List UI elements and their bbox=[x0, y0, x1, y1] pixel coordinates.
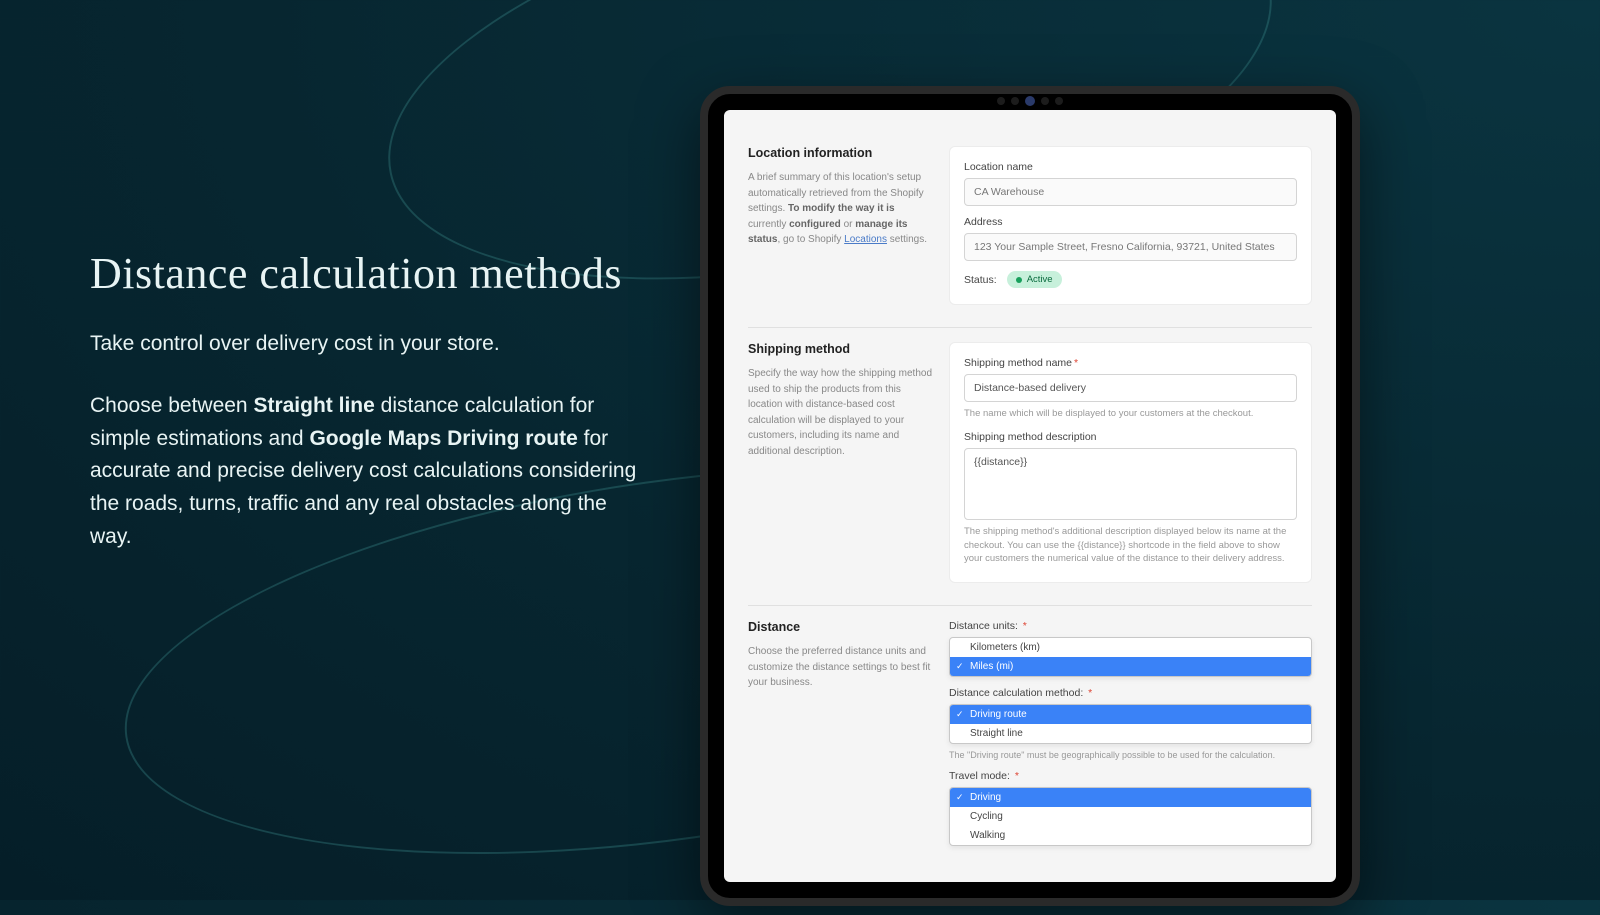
shipping-desc-help: The shipping method's additional descrip… bbox=[964, 525, 1297, 566]
status-dot-icon bbox=[1016, 277, 1022, 283]
status-badge-text: Active bbox=[1027, 274, 1053, 285]
option-walking[interactable]: Walking bbox=[950, 826, 1311, 845]
camera-bar bbox=[985, 96, 1075, 106]
text-bold: Straight line bbox=[253, 394, 374, 417]
shipping-name-label: Shipping method name* bbox=[964, 357, 1297, 369]
shipping-name-input[interactable]: Distance-based delivery bbox=[964, 374, 1297, 402]
section-heading: Distance bbox=[748, 620, 933, 634]
address-label: Address bbox=[964, 216, 1297, 228]
shipping-name-help: The name which will be displayed to your… bbox=[964, 407, 1297, 421]
option-kilometers[interactable]: Kilometers (km) bbox=[950, 638, 1311, 657]
option-driving[interactable]: Driving bbox=[950, 788, 1311, 807]
option-miles[interactable]: Miles (mi) bbox=[950, 657, 1311, 676]
status-badge: Active bbox=[1007, 271, 1062, 288]
location-name-label: Location name bbox=[964, 161, 1297, 173]
travel-mode-label: Travel mode: * bbox=[949, 770, 1312, 782]
section-description: A brief summary of this location's setup… bbox=[748, 170, 933, 248]
distance-units-label: Distance units: * bbox=[949, 620, 1312, 632]
section-distance: Distance Choose the preferred distance u… bbox=[748, 606, 1312, 874]
text-bold: To modify the way it is bbox=[788, 203, 895, 214]
option-straight-line[interactable]: Straight line bbox=[950, 724, 1311, 743]
option-cycling[interactable]: Cycling bbox=[950, 807, 1311, 826]
section-location-information: Location information A brief summary of … bbox=[748, 132, 1312, 328]
option-driving-route[interactable]: Driving route bbox=[950, 705, 1311, 724]
calc-method-note: The "Driving route" must be geographical… bbox=[949, 750, 1312, 760]
text: Choose between bbox=[90, 394, 253, 417]
text: settings. bbox=[887, 234, 927, 245]
calc-method-select[interactable]: Driving route Straight line bbox=[949, 704, 1312, 744]
page-title: Distance calculation methods bbox=[90, 250, 650, 298]
location-name-input: CA Warehouse bbox=[964, 178, 1297, 206]
status-label: Status: bbox=[964, 274, 997, 286]
address-input: 123 Your Sample Street, Fresno Californi… bbox=[964, 233, 1297, 261]
section-heading: Location information bbox=[748, 146, 933, 160]
section-description: Choose the preferred distance units and … bbox=[748, 644, 933, 691]
travel-mode-select[interactable]: Driving Cycling Walking bbox=[949, 787, 1312, 846]
text: , go to Shopify bbox=[777, 234, 844, 245]
calc-method-label: Distance calculation method: * bbox=[949, 687, 1312, 699]
section-shipping-method: Shipping method Specify the way how the … bbox=[748, 328, 1312, 606]
distance-units-select[interactable]: Kilometers (km) Miles (mi) bbox=[949, 637, 1312, 677]
text-bold: configured bbox=[789, 219, 841, 230]
shipping-desc-label: Shipping method description bbox=[964, 431, 1297, 443]
text: currently bbox=[748, 219, 789, 230]
shipping-desc-textarea[interactable]: {{distance}} bbox=[964, 448, 1297, 520]
section-heading: Shipping method bbox=[748, 342, 933, 356]
text: or bbox=[841, 219, 855, 230]
text-bold: Google Maps Driving route bbox=[309, 427, 577, 450]
body-text: Choose between Straight line distance ca… bbox=[90, 390, 650, 553]
app-screen: Location information A brief summary of … bbox=[724, 110, 1336, 882]
section-description: Specify the way how the shipping method … bbox=[748, 366, 933, 459]
lead-text: Take control over delivery cost in your … bbox=[90, 332, 650, 356]
tablet-frame: Location information A brief summary of … bbox=[700, 86, 1360, 906]
locations-link[interactable]: Locations bbox=[844, 234, 887, 245]
marketing-copy: Distance calculation methods Take contro… bbox=[90, 250, 650, 553]
